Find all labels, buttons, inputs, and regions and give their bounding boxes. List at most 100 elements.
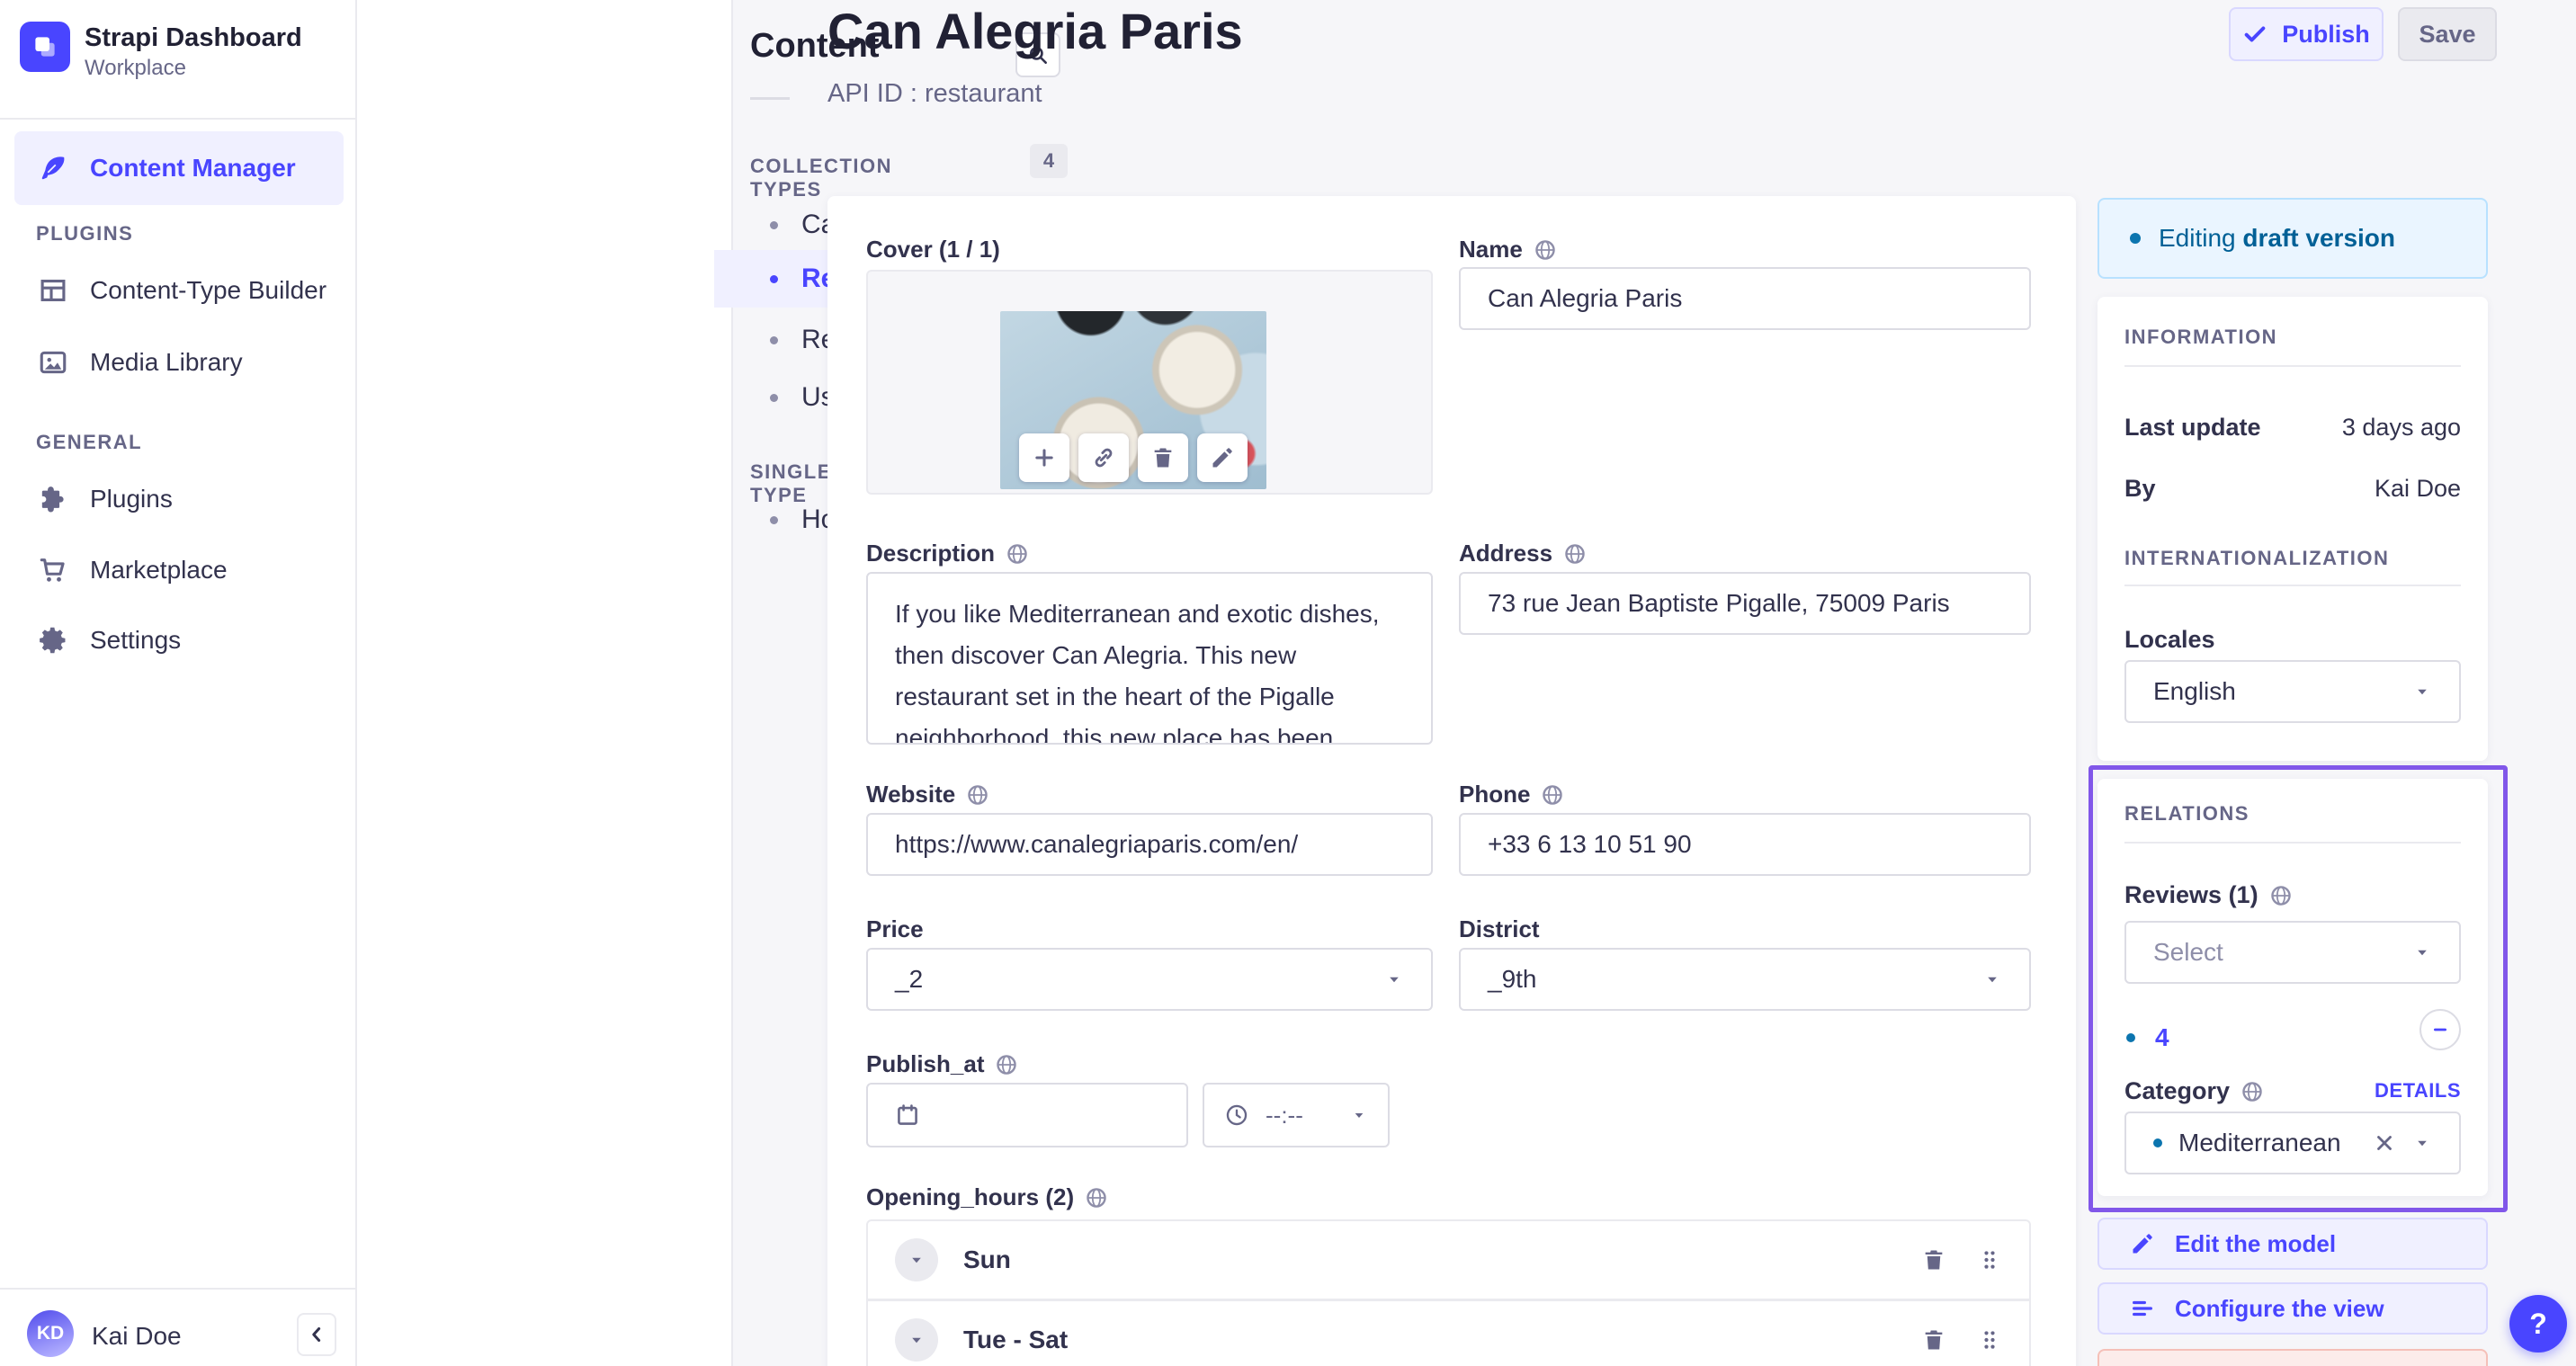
page-title: Can Alegria Paris [827, 3, 1243, 59]
workspace-name: Workplace [85, 56, 186, 80]
opening-hours-accordion: Sun Tue - Sat [866, 1219, 2031, 1366]
expand-row-button[interactable] [895, 1238, 938, 1281]
price-value: _2 [895, 965, 924, 993]
trash-icon[interactable] [1921, 1247, 1946, 1272]
phone-input[interactable] [1459, 813, 2031, 876]
sidebar-item-content-manager[interactable]: Content Manager [14, 131, 344, 205]
strapi-logo[interactable] [20, 22, 70, 72]
bullet-icon [770, 393, 778, 402]
drag-handle-icon[interactable] [1977, 1327, 2002, 1353]
caret-down-icon [2412, 682, 2432, 701]
configure-view-label: Configure the view [2175, 1294, 2384, 1322]
name-input[interactable] [1459, 267, 2031, 330]
delete-media-button[interactable] [1138, 433, 1188, 482]
configure-view-button[interactable]: Configure the view [2097, 1282, 2488, 1335]
save-button[interactable]: Save [2398, 7, 2497, 61]
bullet-icon [770, 274, 778, 283]
sidebar-item-label: Content-Type Builder [90, 276, 327, 304]
publish-button[interactable]: Publish [2229, 7, 2384, 61]
layout-icon [38, 275, 68, 306]
category-field-label: Category [2124, 1077, 2264, 1105]
district-select[interactable]: _9th [1459, 948, 2031, 1011]
edit-media-button[interactable] [1197, 433, 1248, 482]
lines-icon [2130, 1296, 2155, 1321]
cover-media-field[interactable] [866, 270, 1433, 495]
reviews-select[interactable]: Select [2124, 921, 2461, 984]
publish-date-input[interactable] [866, 1083, 1188, 1147]
collapse-sidebar-button[interactable] [297, 1313, 336, 1356]
bullet-icon [770, 220, 778, 229]
bullet-icon [770, 515, 778, 524]
sidebar-item-content-type-builder[interactable]: Content-Type Builder [14, 263, 344, 318]
expand-row-button[interactable] [895, 1318, 938, 1362]
strapi-logo-icon [35, 37, 55, 57]
add-media-button[interactable] [1019, 433, 1069, 482]
locales-label-row: Locales [2124, 626, 2215, 653]
relations-card: RELATIONS Reviews (1) Select 4 Category … [2097, 779, 2488, 1196]
district-field-label: District [1459, 915, 1540, 942]
linked-review-link[interactable]: 4 [2155, 1023, 2169, 1052]
globe-icon [966, 783, 989, 807]
copy-link-button[interactable] [1078, 433, 1129, 482]
cover-field-label: Cover (1 / 1) [866, 236, 1000, 263]
sidebar-item-marketplace[interactable]: Marketplace [14, 542, 344, 598]
relations-heading: RELATIONS [2124, 802, 2250, 825]
website-input[interactable] [866, 813, 1433, 876]
edit-model-label: Edit the model [2175, 1229, 2337, 1257]
sidebar-item-label: Settings [90, 626, 182, 654]
edit-model-button[interactable]: Edit the model [2097, 1218, 2488, 1270]
link-icon [1091, 445, 1116, 470]
content-panel-divider [750, 97, 790, 100]
opening-hours-row-sun[interactable]: Sun [868, 1221, 2029, 1299]
status-dot-icon [2126, 1033, 2135, 1042]
status-emphasis: draft version [2242, 224, 2396, 252]
caret-down-icon [907, 1250, 926, 1270]
sidebar-item-settings[interactable]: Settings [14, 612, 344, 668]
globe-icon [1541, 783, 1564, 807]
status-dot-icon [2130, 233, 2141, 244]
description-field-label: Description [866, 540, 1029, 567]
caret-down-icon [1350, 1106, 1368, 1124]
category-select[interactable]: Mediterranean [2124, 1112, 2461, 1174]
internationalization-heading: INTERNATIONALIZATION [2124, 547, 2390, 569]
phone-field-label: Phone [1459, 781, 1564, 808]
caret-down-icon [1384, 969, 1404, 989]
opening-hours-row-tue-sat[interactable]: Tue - Sat [868, 1301, 2029, 1366]
globe-icon [1085, 1186, 1108, 1210]
media-icon [38, 347, 68, 378]
globe-icon [2241, 1080, 2264, 1103]
sidebar-item-plugins[interactable]: Plugins [14, 471, 344, 527]
by-row: By Kai Doe [2124, 475, 2461, 502]
description-textarea[interactable]: If you like Mediterranean and exotic dis… [866, 572, 1433, 745]
publish-time-input[interactable]: --:-- [1203, 1083, 1390, 1147]
help-button[interactable]: ? [2509, 1295, 2567, 1353]
user-avatar[interactable]: KD [27, 1310, 74, 1357]
cover-actions [1019, 433, 1248, 482]
price-select[interactable]: _2 [866, 948, 1433, 1011]
drag-handle-icon[interactable] [1977, 1247, 2002, 1272]
remove-relation-button[interactable] [2419, 1009, 2461, 1050]
clock-icon [1224, 1103, 1249, 1128]
locale-select[interactable]: English [2124, 660, 2461, 723]
publish-time-placeholder: --:-- [1266, 1101, 1303, 1129]
delete-entry-button[interactable] [2097, 1349, 2488, 1366]
globe-icon [1534, 238, 1557, 262]
reviews-placeholder: Select [2153, 938, 2223, 966]
globe-icon [995, 1053, 1018, 1076]
gear-icon [38, 625, 68, 656]
address-input[interactable] [1459, 572, 2031, 635]
strapi-app: Strapi Dashboard Workplace Content Manag… [0, 0, 2576, 1366]
locale-value: English [2153, 677, 2236, 705]
category-value: Mediterranean [2178, 1129, 2341, 1156]
cover-photo [1000, 311, 1266, 489]
clear-icon[interactable] [2373, 1131, 2396, 1155]
information-heading: INFORMATION [2124, 326, 2278, 348]
main-sidebar: Strapi Dashboard Workplace Content Manag… [0, 0, 357, 1366]
district-value: _9th [1488, 965, 1537, 993]
sidebar-item-media-library[interactable]: Media Library [14, 335, 344, 390]
trash-icon[interactable] [1921, 1327, 1946, 1353]
sidebar-item-label: Media Library [90, 348, 243, 376]
details-link[interactable]: DETAILS [2375, 1079, 2461, 1103]
sidebar-item-label: Plugins [90, 485, 173, 513]
globe-icon [2269, 884, 2293, 907]
